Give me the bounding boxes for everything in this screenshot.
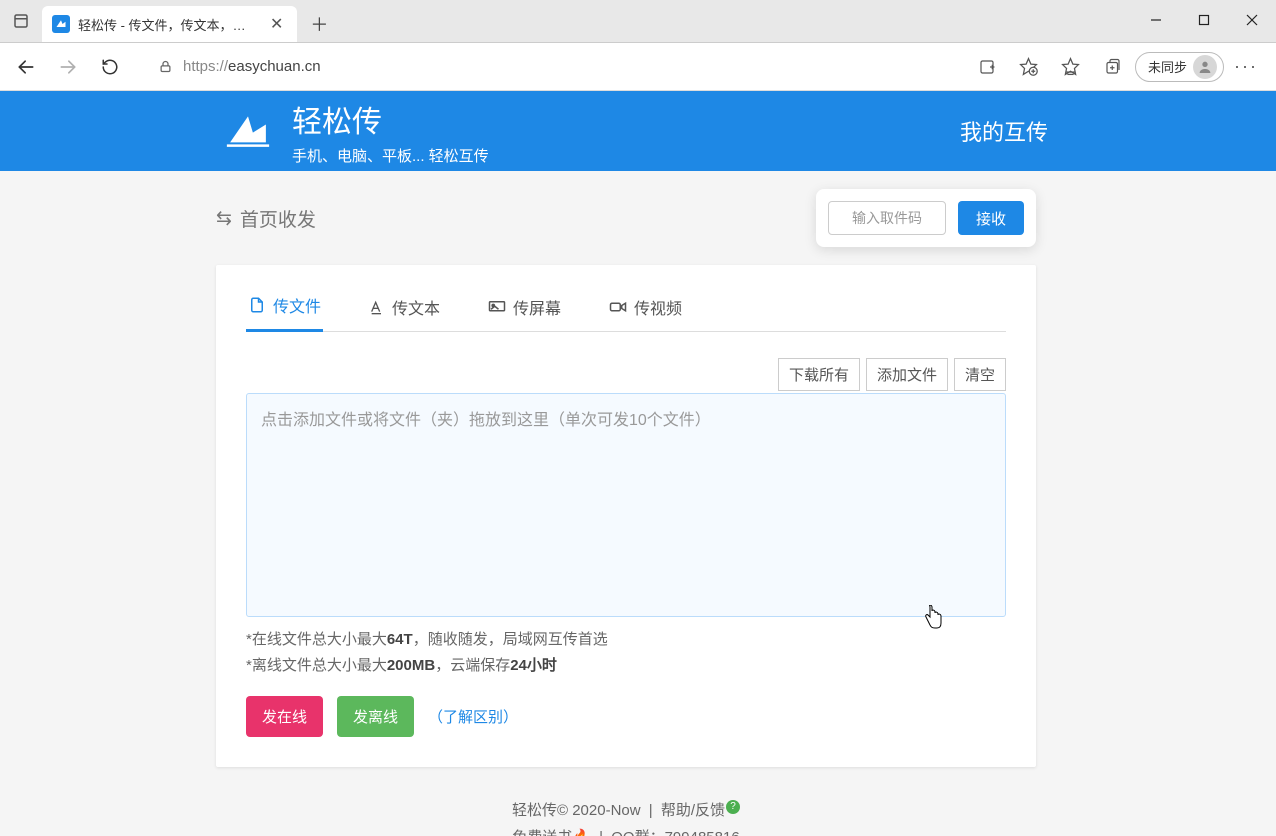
text-icon [369,299,385,315]
receive-button[interactable]: 接收 [958,201,1024,235]
video-icon [609,300,627,314]
forward-button[interactable] [48,47,88,87]
file-dropzone[interactable]: 点击添加文件或将文件（夹）拖放到这里（单次可发10个文件） [246,393,1006,617]
site-subtitle: 手机、电脑、平板... 轻松互传 [292,145,489,166]
file-toolbar: 下载所有 添加文件 清空 [246,358,1006,391]
fire-icon: 🔥 [572,829,591,836]
download-all-button[interactable]: 下载所有 [778,358,860,391]
url-text: https://easychuan.cn [183,58,953,75]
lock-icon [158,59,173,74]
main-card: 传文件 传文本 传屏幕 传视频 下载所有 添加文件 清空 [216,265,1036,767]
tab-screen[interactable]: 传屏幕 [486,287,563,332]
help-badge-icon: ? [726,800,740,814]
refresh-button[interactable] [90,47,130,87]
file-icon [248,296,266,314]
send-row: 发在线 发离线 （了解区别） [246,696,1006,737]
avatar-icon [1193,55,1217,79]
extensions-icon[interactable] [967,47,1007,87]
my-transfers-link[interactable]: 我的互传 [960,115,1048,147]
swap-icon: ⇆ [216,207,232,230]
browser-toolbar: https://easychuan.cn 未同步 ··· [0,43,1276,91]
add-file-button[interactable]: 添加文件 [866,358,948,391]
help-link[interactable]: 帮助/反馈 [661,802,725,819]
back-button[interactable] [6,47,46,87]
logo-icon [220,103,276,159]
tab-title: 轻松传 - 传文件，传文本，传屏幕 [78,15,258,34]
address-bar[interactable]: https://easychuan.cn [146,49,957,85]
site-title: 轻松传 [292,97,489,141]
receive-box: 接收 [816,189,1036,247]
dropzone-placeholder: 点击添加文件或将文件（夹）拖放到这里（单次可发10个文件） [261,412,711,429]
sync-label: 未同步 [1148,57,1187,76]
favorites-bar-icon[interactable] [1051,47,1091,87]
clear-button[interactable]: 清空 [954,358,1006,391]
learn-difference-link[interactable]: （了解区别） [428,706,518,727]
site-header: 轻松传 手机、电脑、平板... 轻松互传 我的互传 [0,91,1276,171]
new-tab-button[interactable]: ＋ [301,6,337,42]
more-menu-icon[interactable]: ··· [1226,47,1266,87]
size-notes: *在线文件总大小最大64T，随收随发，局域网互传首选 *离线文件总大小最大200… [246,627,1006,678]
tab-video[interactable]: 传视频 [607,287,684,332]
breadcrumb: ⇆ 首页收发 [216,205,316,232]
browser-tab[interactable]: 轻松传 - 传文件，传文本，传屏幕 ✕ [42,6,297,42]
tab-text[interactable]: 传文本 [367,287,442,332]
window-titlebar: 轻松传 - 传文件，传文本，传屏幕 ✕ ＋ [0,0,1276,43]
window-close-icon[interactable] [1228,0,1276,40]
send-offline-button[interactable]: 发离线 [337,696,414,737]
tab-close-icon[interactable]: ✕ [266,14,287,34]
window-maximize-icon[interactable] [1180,0,1228,40]
pickup-code-input[interactable] [828,201,946,235]
collections-icon[interactable] [1093,47,1133,87]
favorite-icon[interactable] [1009,47,1049,87]
footer: 轻松传© 2020-Now | 帮助/反馈? 免费送书🔥 | QQ群：79948… [216,797,1036,836]
screen-icon [488,300,506,314]
tab-favicon-icon [52,15,70,33]
window-minimize-icon[interactable] [1132,0,1180,40]
qq-group-number: 799485816 [665,829,740,836]
page-content: 轻松传 手机、电脑、平板... 轻松互传 我的互传 ⇆ 首页收发 接收 传文件 [0,91,1276,836]
transfer-tabs: 传文件 传文本 传屏幕 传视频 [246,287,1006,332]
tab-file[interactable]: 传文件 [246,287,323,332]
send-online-button[interactable]: 发在线 [246,696,323,737]
freebook-link[interactable]: 免费送书 [512,829,572,836]
tab-actions-icon[interactable] [0,0,42,42]
sync-status[interactable]: 未同步 [1135,52,1224,82]
